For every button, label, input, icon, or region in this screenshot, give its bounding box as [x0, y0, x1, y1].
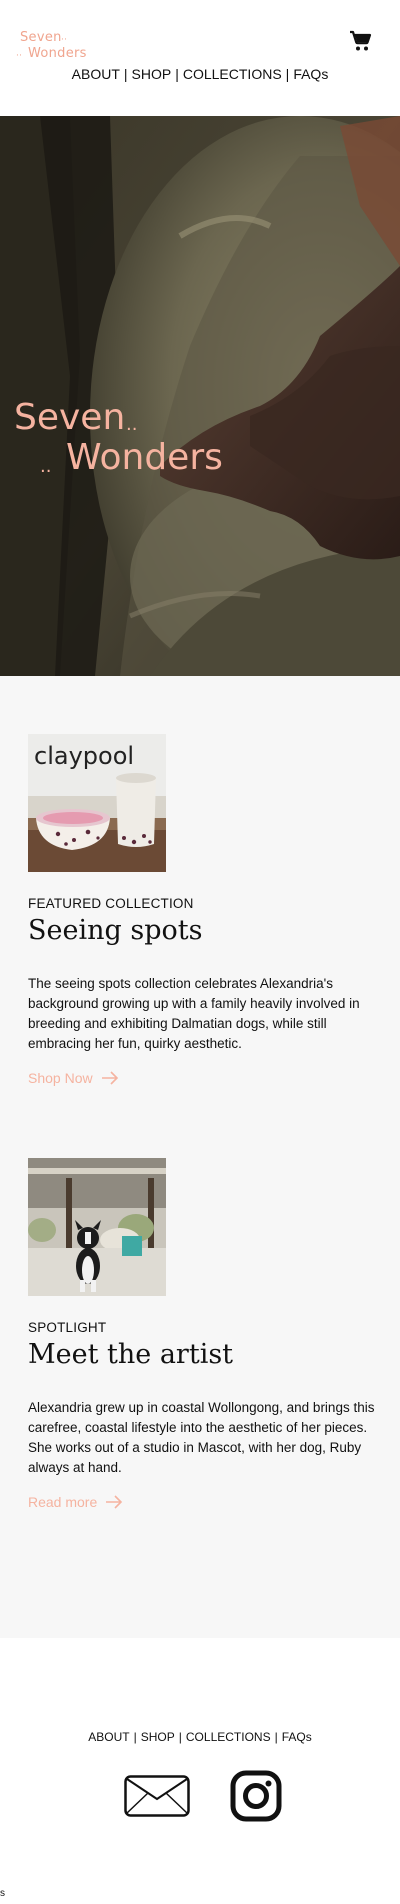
mail-icon[interactable]: [124, 1775, 190, 1817]
spotlight-description: Alexandria grew up in coastal Wollongong…: [28, 1400, 375, 1475]
footer-shop-link[interactable]: SHOP: [141, 1730, 175, 1744]
nav-about-link[interactable]: ABOUT: [72, 66, 120, 82]
read-more-link[interactable]: Read more: [28, 1494, 123, 1510]
shop-now-label: Shop Now: [28, 1070, 93, 1086]
site-footer: ABOUT | SHOP | COLLECTIONS | FAQs s: [0, 1638, 400, 1904]
hero-pottery-wheel-image: [0, 116, 400, 676]
hero-logo: Seven ·· ·· Wonders: [14, 397, 223, 498]
shopping-cart-icon[interactable]: [348, 29, 372, 53]
hero-logo-line-2: Wonders: [66, 437, 223, 478]
featured-description: The seeing spots collection celebrates A…: [28, 976, 360, 1051]
footer-collections-link[interactable]: COLLECTIONS: [186, 1730, 271, 1744]
arrow-right-icon: [101, 1071, 118, 1085]
claypool-sign-text: claypool: [34, 742, 135, 770]
logo-dots-2: ··: [16, 51, 23, 61]
stray-text: s: [0, 1888, 5, 1899]
hero-logo-dots-2: ··: [40, 461, 52, 482]
footer-nav: ABOUT | SHOP | COLLECTIONS | FAQs: [0, 1730, 400, 1744]
footer-about-link[interactable]: ABOUT: [88, 1730, 129, 1744]
footer-nav-separator: |: [178, 1730, 182, 1744]
nav-faqs-link[interactable]: FAQs: [293, 66, 328, 82]
nav-shop-link[interactable]: SHOP: [132, 66, 172, 82]
featured-collection-image[interactable]: claypool: [28, 734, 166, 872]
hero-banner: Seven ·· ·· Wonders: [0, 116, 400, 676]
site-logo[interactable]: Seven ·· ·· Wonders: [16, 30, 96, 64]
spotlight-title: Meet the artist: [28, 1339, 234, 1370]
hero-logo-line-1: Seven: [14, 397, 126, 438]
featured-eyebrow: FEATURED COLLECTION: [28, 896, 194, 911]
nav-separator: |: [175, 66, 179, 82]
spotlight-eyebrow: SPOTLIGHT: [28, 1320, 107, 1335]
content-section: claypool FEATURED COLLECTION Seeing spot…: [0, 676, 400, 1638]
shop-now-link[interactable]: Shop Now: [28, 1070, 119, 1086]
read-more-label: Read more: [28, 1494, 98, 1510]
featured-title: Seeing spots: [28, 915, 203, 946]
main-nav: ABOUT | SHOP | COLLECTIONS | FAQs: [0, 66, 400, 82]
artist-dog-image[interactable]: [28, 1158, 166, 1296]
arrow-right-icon: [106, 1495, 123, 1509]
nav-separator: |: [123, 66, 128, 82]
nav-collections-link[interactable]: COLLECTIONS: [183, 66, 282, 82]
footer-nav-separator: |: [133, 1730, 137, 1744]
instagram-icon[interactable]: [230, 1770, 282, 1822]
logo-line-2: Wonders: [28, 46, 87, 61]
footer-faqs-link[interactable]: FAQs: [282, 1730, 312, 1744]
spotlight-card: SPOTLIGHT Meet the artist Alexandria gre…: [28, 1158, 378, 1510]
featured-collection-card: claypool FEATURED COLLECTION Seeing spot…: [28, 734, 378, 1086]
logo-line-1: Seven: [20, 30, 62, 45]
footer-nav-separator: |: [274, 1730, 278, 1744]
nav-separator: |: [285, 66, 290, 82]
site-header: Seven ·· ·· Wonders ABOUT | SHOP | COLLECTIO…: [0, 0, 400, 116]
